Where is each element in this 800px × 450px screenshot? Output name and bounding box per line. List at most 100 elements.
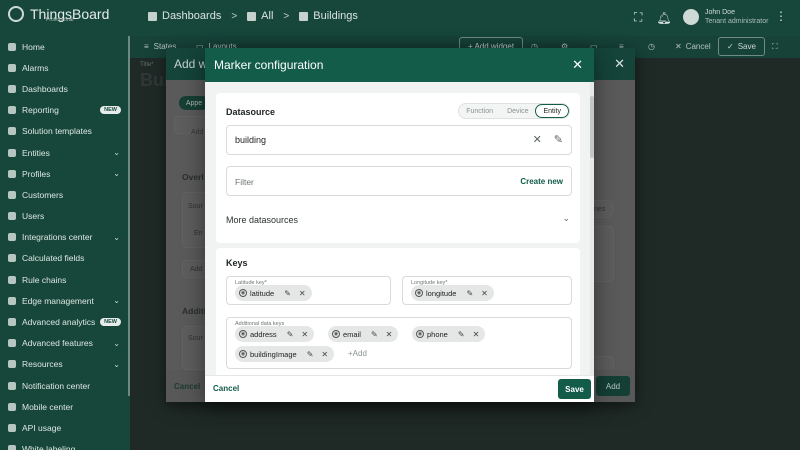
entity-field[interactable]: building ✕ ✎ <box>226 125 572 155</box>
type-function-option[interactable]: Function <box>459 104 500 118</box>
latitude-key-chip[interactable]: ◉ latitude ✎ ✕ <box>235 285 312 301</box>
sidebar-item-edge-management[interactable]: Edge management ⌄ <box>0 290 130 311</box>
add-widget-cancel-button[interactable]: Cancel <box>174 382 200 391</box>
top-icons: ⛶ 🔔︎ <box>634 10 686 25</box>
breadcrumb-all[interactable]: All <box>247 10 273 22</box>
sidebar-item-calculated-fields[interactable]: Calculated fields <box>0 248 130 269</box>
sidebar-item-api-usage[interactable]: API usage <box>0 417 130 438</box>
source-label: Sour <box>188 335 203 342</box>
sidebar-item-advanced-analytics[interactable]: Advanced analytics NEW <box>0 311 130 332</box>
sidebar-item-advanced-features[interactable]: Advanced features ⌄ <box>0 333 130 354</box>
sidebar-item-resources[interactable]: Resources ⌄ <box>0 354 130 375</box>
breadcrumb-buildings[interactable]: Buildings <box>299 10 358 22</box>
sidebar-nav: Home Alarms Dashboards Reporting NEW Solution… <box>0 36 130 450</box>
additional-key-chip[interactable]: ◉ phone ✎ ✕ <box>412 326 486 342</box>
remove-icon[interactable]: ✕ <box>299 289 306 298</box>
chevron-down-icon: ⌄ <box>562 213 570 223</box>
more-datasources-label: More datasources <box>226 215 299 225</box>
sidebar-item-label: Mobile center <box>22 401 74 412</box>
sidebar-item-entities[interactable]: Entities ⌄ <box>0 142 130 163</box>
filter-field[interactable]: Filter Create new <box>226 166 572 196</box>
check-icon: ✓ <box>727 42 734 51</box>
sidebar-item-mobile-center[interactable]: Mobile center <box>0 396 130 417</box>
add-button-partial[interactable]: Add <box>191 129 203 136</box>
sidebar-item-profiles[interactable]: Profiles ⌄ <box>0 163 130 184</box>
remove-icon[interactable]: ✕ <box>386 330 393 339</box>
remove-icon[interactable]: ✕ <box>481 289 488 298</box>
marker-config-title: Marker configuration <box>214 58 324 72</box>
sidebar-item-integrations-center[interactable]: Integrations center ⌄ <box>0 227 130 248</box>
additional-key-chip[interactable]: ◉ buildingImage ✎ ✕ <box>235 346 335 362</box>
remove-icon[interactable]: ✕ <box>301 330 308 339</box>
sidebar-item-label: Users <box>22 211 45 222</box>
edit-icon[interactable]: ✎ <box>371 330 378 339</box>
layers-icon: ≡ <box>144 42 149 51</box>
longitude-key-value: longitude <box>426 288 457 298</box>
edit-icon[interactable]: ✎ <box>458 330 465 339</box>
api-icon <box>8 423 16 432</box>
entity-field-actions: ✕ ✎ <box>521 133 563 146</box>
edit-icon[interactable]: ✎ <box>284 289 291 298</box>
sidebar-item-white-labeling[interactable]: White labeling <box>0 439 130 450</box>
additional-key-chip[interactable]: ◉ address ✎ ✕ <box>235 326 315 342</box>
dashboard-cancel-button[interactable]: ✕ Cancel <box>675 42 711 51</box>
sidebar-item-customers[interactable]: Customers <box>0 184 130 205</box>
fullscreen-icon[interactable]: ⛶ <box>772 42 778 52</box>
notifications-icon[interactable]: 🔔︎ <box>656 11 671 25</box>
key-type-icon: ◉ <box>416 330 424 338</box>
sidebar-item-label: Edge management <box>22 295 94 306</box>
latitude-key-field[interactable]: Latitude key* ◉ latitude ✎ ✕ <box>226 276 391 305</box>
create-new-button[interactable]: Create new <box>520 177 563 186</box>
additional-keys-field[interactable]: Additional data keys ◉ address ✎ ✕ ◉ ema… <box>226 317 572 369</box>
sidebar-item-alarms[interactable]: Alarms <box>0 57 130 78</box>
templates-icon <box>8 127 16 136</box>
additional-key-chip[interactable]: ◉ email ✎ ✕ <box>328 326 399 342</box>
sidebar-item-users[interactable]: Users <box>0 206 130 227</box>
longitude-key-field[interactable]: Longitude key* ◉ longitude ✎ ✕ <box>402 276 572 305</box>
avatar <box>683 9 699 25</box>
remove-icon[interactable]: ✕ <box>321 350 328 359</box>
sidebar-item-label: Solution templates <box>22 126 92 137</box>
edit-icon[interactable]: ✎ <box>287 330 294 339</box>
white-label-icon <box>8 445 16 450</box>
chevron-down-icon: ⌄ <box>113 359 120 369</box>
longitude-key-chip[interactable]: ◉ longitude ✎ ✕ <box>411 285 494 301</box>
chevron-down-icon: ⌄ <box>113 148 120 158</box>
entities-icon <box>8 148 16 157</box>
type-device-option[interactable]: Device <box>500 104 535 118</box>
user-menu[interactable]: John Doe Tenant administrator <box>683 8 768 26</box>
history-icon[interactable]: ◷ <box>648 42 655 51</box>
sidebar-item-dashboards[interactable]: Dashboards <box>0 78 130 99</box>
sidebar-item-label: White labeling <box>22 444 76 450</box>
close-icon[interactable]: ✕ <box>614 56 625 72</box>
add-widget-add-button[interactable]: Add <box>596 376 630 396</box>
add-key-input[interactable]: +Add <box>348 349 367 358</box>
key-type-icon: ◉ <box>332 330 340 338</box>
remove-icon[interactable]: ✕ <box>473 330 480 339</box>
add-overlay-partial[interactable]: Add <box>190 266 202 273</box>
more-datasources-expander[interactable]: More datasources ⌄ <box>226 210 572 232</box>
clear-icon[interactable]: ✕ <box>533 133 542 146</box>
add-widget-dialog-title: Add w <box>174 57 208 71</box>
users-icon <box>8 212 16 221</box>
type-entity-option[interactable]: Entity <box>535 104 569 118</box>
breadcrumb-dashboards[interactable]: Dashboards <box>148 10 221 22</box>
marker-config-header: Marker configuration ✕ <box>205 48 594 82</box>
edit-icon[interactable]: ✎ <box>307 350 314 359</box>
dialog-scrollbar-thumb[interactable] <box>590 96 594 158</box>
sidebar-item-solution-templates[interactable]: Solution templates <box>0 121 130 142</box>
latitude-key-value: latitude <box>250 288 275 298</box>
marker-cancel-button[interactable]: Cancel <box>213 384 239 393</box>
sidebar-item-rule-chains[interactable]: Rule chains <box>0 269 130 290</box>
dashboard-save-button[interactable]: ✓ Save <box>718 37 765 56</box>
sidebar-item-reporting[interactable]: Reporting NEW <box>0 100 130 121</box>
fullscreen-icon[interactable]: ⛶ <box>634 10 642 25</box>
close-icon[interactable]: ✕ <box>572 57 583 73</box>
marker-save-button[interactable]: Save <box>558 379 591 399</box>
edit-icon[interactable]: ✎ <box>466 289 473 298</box>
edit-icon[interactable]: ✎ <box>554 133 563 146</box>
sidebar-item-notification-center[interactable]: Notification center <box>0 375 130 396</box>
profiles-icon <box>8 169 16 178</box>
more-vert-icon[interactable]: ⋮ <box>775 9 787 23</box>
sidebar-item-home[interactable]: Home <box>0 36 130 57</box>
